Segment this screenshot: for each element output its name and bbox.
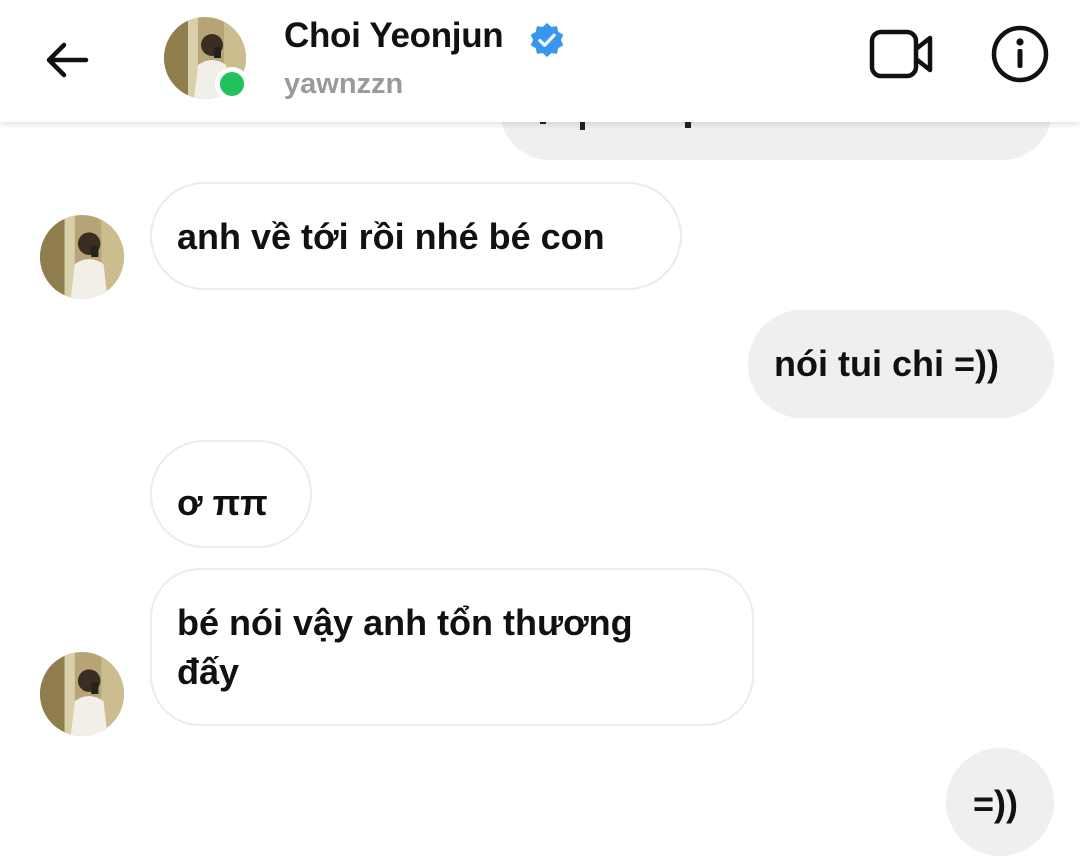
sender-avatar[interactable] [40,215,124,299]
message-bubble-incoming[interactable]: ơ ππ [150,440,312,548]
message-text: nói tui chi =)) [774,343,999,384]
video-call-icon [869,29,933,79]
info-icon [991,25,1049,83]
avatar-photo [40,215,124,299]
message-text-line: đấy [177,651,240,692]
back-arrow-icon [46,42,89,78]
message-bubble-incoming[interactable]: anh về tới rồi nhé bé con [150,182,682,290]
contact-avatar[interactable] [164,17,249,101]
message-bubble-outgoing[interactable]: =)) [946,748,1054,856]
contact-name[interactable]: Choi Yeonjun [284,16,504,56]
message-bubble-incoming-multiline[interactable]: bé nói vậy anh tổn thương đấy [150,568,754,726]
message-text: ơ ππ [177,482,268,523]
message-text-line: bé nói vậy anh tổn thương [177,602,633,643]
back-button[interactable] [36,30,96,90]
message-bubble-outgoing[interactable]: nói tui chi =)) [748,310,1054,418]
video-call-button[interactable] [866,22,938,86]
message-text: =)) [973,783,1018,824]
chat-header: Choi Yeonjun yawnzzn [0,0,1080,122]
info-button[interactable] [988,22,1052,86]
message-text: anh về tới rồi nhé bé con [177,216,605,257]
verified-badge-icon [530,22,564,58]
contact-username: yawnzzn [284,68,404,100]
chat-screen: Choi Yeonjun yawnzzn anh về tới rồi nhé … [0,0,1080,863]
sender-avatar[interactable] [40,652,124,736]
avatar-photo [40,652,124,736]
online-status-dot [215,67,249,101]
